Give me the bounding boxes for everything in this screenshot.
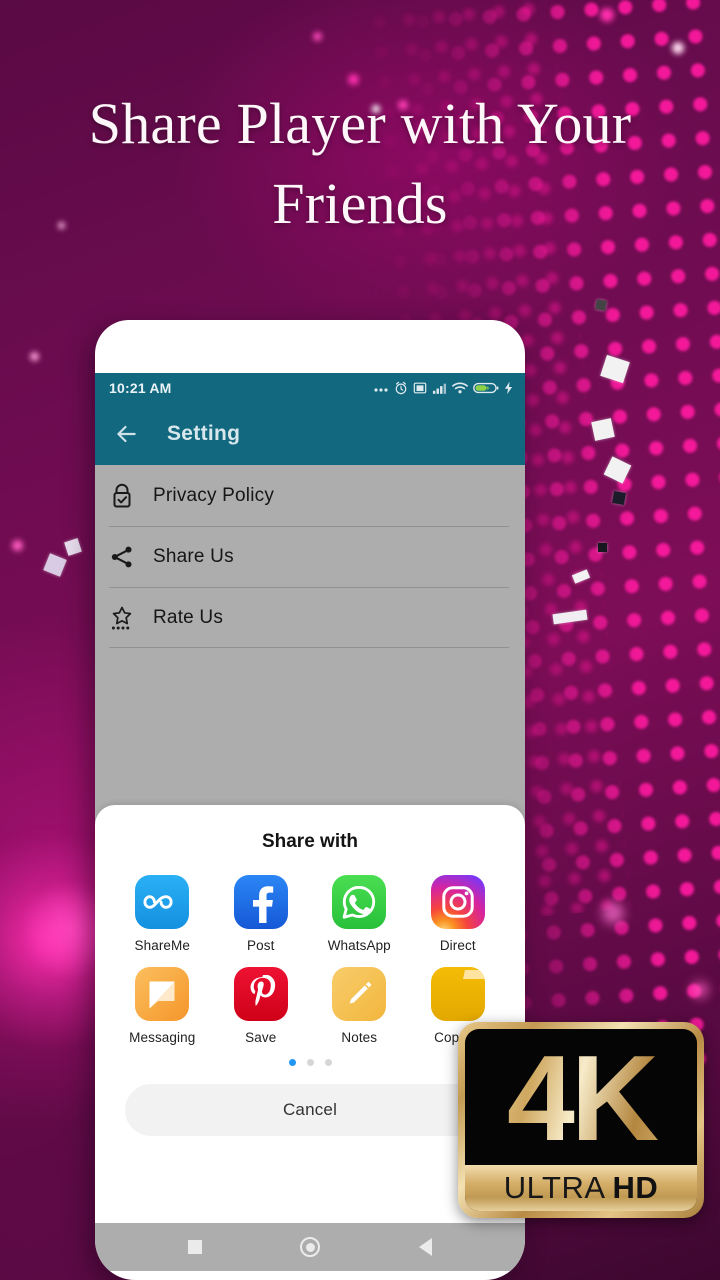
bokeh-dot (672, 42, 684, 54)
circle-home-icon[interactable] (300, 1237, 321, 1257)
bokeh-dot (600, 900, 626, 926)
share-app-grid: ShareMe Post WhatsApp Direct Messaging S… (95, 875, 525, 1045)
status-bar-icons (373, 381, 513, 395)
badge-hd-label: HD (612, 1170, 659, 1205)
settings-list: Privacy Policy Share Us Rate Us (95, 465, 525, 648)
pagination-dot[interactable] (306, 1059, 314, 1066)
bokeh-dot (30, 352, 39, 361)
pagination-dot[interactable] (288, 1059, 296, 1066)
share-app-label: WhatsApp (327, 938, 391, 953)
star-rating-icon (109, 604, 153, 632)
charging-bolt-icon (504, 381, 513, 395)
share-app-label: Messaging (129, 1030, 196, 1045)
pagination-dot[interactable] (324, 1059, 332, 1066)
share-app-row-1: ShareMe Post WhatsApp Direct (95, 875, 525, 953)
notes-pencil-icon (332, 967, 387, 1021)
cancel-button[interactable]: Cancel (125, 1084, 495, 1136)
badge-reflection: ULTRA HD (458, 1222, 704, 1280)
status-bar-time: 10:21 AM (109, 380, 172, 396)
share-app-label: Save (245, 1030, 277, 1045)
settings-item-label: Privacy Policy (153, 484, 275, 506)
triangle-back-icon[interactable] (418, 1238, 432, 1256)
messaging-bubble-icon (135, 967, 190, 1021)
arrow-left-icon[interactable] (113, 421, 139, 447)
share-app-label: Direct (439, 938, 476, 953)
share-app-label: Post (247, 938, 275, 953)
square-recents-icon[interactable] (188, 1240, 203, 1254)
share-app-label: ShareMe (134, 938, 190, 953)
confetti-square (598, 543, 607, 552)
badge-ultra-label: ULTRA (503, 1170, 606, 1205)
badge-inner: 4K ULTRA HD (465, 1029, 697, 1211)
shareme-infinity-icon (135, 875, 190, 929)
wifi-icon (452, 382, 468, 394)
share-app-save[interactable]: Save (219, 967, 303, 1045)
settings-item-rate-us[interactable]: Rate Us (95, 587, 525, 648)
confetti-square (612, 491, 626, 505)
battery-icon (473, 382, 499, 394)
signal-icon (432, 383, 447, 394)
confetti-square (591, 418, 615, 441)
share-app-direct[interactable]: Direct (416, 875, 500, 953)
ultra-hd-badge: ULTRA HD 4K ULTRA HD (458, 1022, 704, 1278)
bokeh-dot (600, 8, 614, 22)
share-nodes-icon (109, 544, 153, 570)
share-sheet-title: Share with (261, 831, 359, 852)
settings-item-privacy-policy[interactable]: Privacy Policy (95, 465, 525, 526)
status-bar: 10:21 AM (95, 373, 525, 403)
settings-item-share-us[interactable]: Share Us (95, 526, 525, 587)
alarm-icon (395, 381, 407, 395)
bokeh-dot (313, 32, 322, 41)
badge-frame: 4K ULTRA HD (458, 1022, 704, 1218)
share-app-notes[interactable]: Notes (317, 967, 401, 1045)
share-app-label: Notes (341, 1030, 378, 1045)
page-title: Share Player with Your Friends (88, 91, 632, 236)
pinterest-icon (233, 967, 288, 1021)
bokeh-dot (12, 540, 23, 551)
share-app-whatsapp[interactable]: WhatsApp (317, 875, 401, 953)
lock-check-icon (109, 482, 153, 510)
instagram-icon (430, 875, 485, 929)
folder-icon (430, 967, 485, 1021)
settings-item-label: Rate Us (153, 606, 224, 628)
toolbar-title: Setting (167, 422, 241, 445)
share-app-shareme[interactable]: ShareMe (120, 875, 204, 953)
share-app-messaging[interactable]: Messaging (120, 967, 204, 1045)
app-toolbar: Setting (95, 403, 525, 465)
badge-strip: ULTRA HD (465, 1165, 697, 1211)
more-dots-icon (374, 388, 388, 392)
whatsapp-icon (332, 875, 387, 929)
badge-4k-label: 4K (465, 1029, 697, 1173)
settings-item-label: Share Us (153, 545, 234, 567)
confetti-square (595, 299, 607, 311)
bokeh-dot (690, 980, 710, 1000)
share-app-post[interactable]: Post (219, 875, 303, 953)
screenshot-icon (413, 382, 427, 394)
facebook-icon (233, 875, 288, 929)
